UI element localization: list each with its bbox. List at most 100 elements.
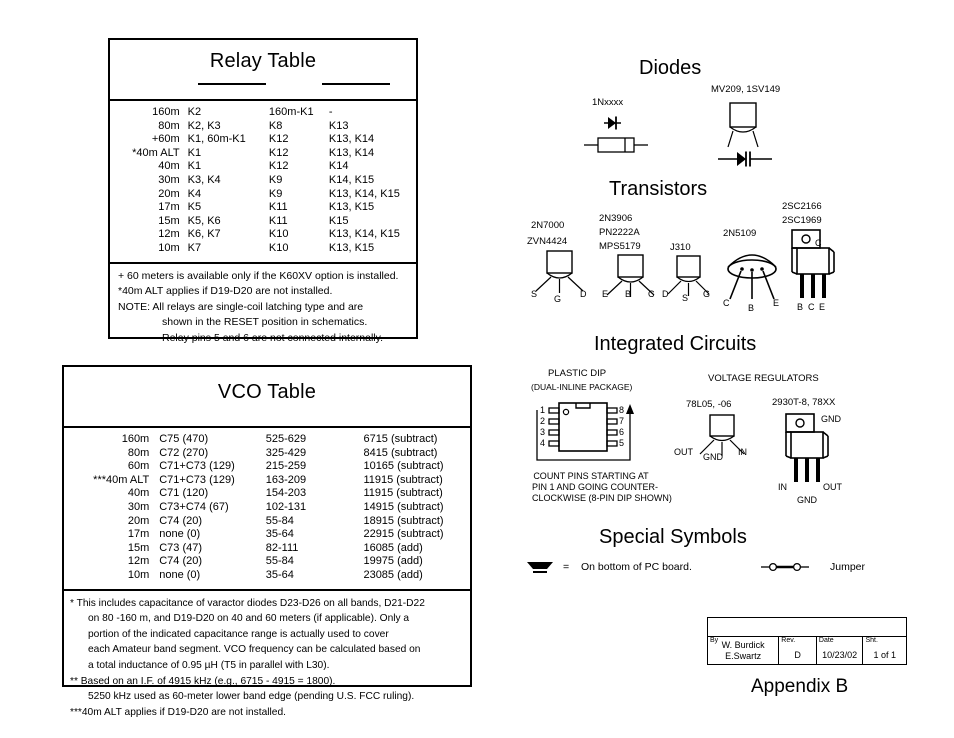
table-cell: K12	[268, 133, 289, 146]
dip-subtitle: (DUAL-INLINE PACKAGE)	[531, 382, 633, 392]
transistor-label-mps5179: MPS5179	[599, 241, 641, 252]
pin-label-b: B	[797, 302, 804, 312]
dip-pin-2: 2	[540, 416, 546, 426]
header-rule-1	[198, 83, 266, 85]
integrated-circuits-heading: Integrated Circuits	[594, 333, 757, 355]
table-cell: K13, K15	[328, 201, 375, 214]
table-row: 80m C72 (270) 325-429 8415 (subtract)	[64, 447, 470, 461]
table-cell: K6, K7	[187, 228, 221, 241]
table-cell: 12m	[127, 555, 150, 568]
table-note: + 60 meters is available only if the K60…	[118, 269, 399, 282]
diode-part-label-1nxxxx: 1Nxxxx	[592, 97, 624, 108]
regulator-pin-gnd-bottom: GND	[797, 495, 817, 505]
table-cell: 163-209	[265, 473, 307, 486]
transistors-heading: Transistors	[609, 178, 708, 200]
table-cell: +60m	[151, 133, 180, 146]
title-block-bottom-row: By W. Burdick E.Swartz Rev. D Date 10/23…	[708, 637, 906, 665]
dip-pin-4: 4	[540, 438, 546, 448]
table-cell: K13, K14, K15	[328, 228, 400, 241]
table-note: * This includes capacitance of varactor …	[70, 597, 425, 609]
table-cell: K9	[268, 187, 283, 200]
table-cell: 23085 (add)	[363, 568, 423, 581]
title-block-top-row	[708, 618, 906, 637]
table-cell: 80m	[158, 119, 180, 132]
table-cell: 16085 (add)	[363, 541, 423, 554]
table-cell: 10165 (subtract)	[363, 460, 444, 473]
table-cell: C72 (270)	[159, 446, 209, 459]
table-cell: ***40m ALT	[93, 473, 150, 486]
table-cell: 82-111	[265, 541, 299, 554]
table-row: 60m C71+C73 (129) 215-259 10165 (subtract)	[64, 460, 470, 474]
transistor-label-zvn4424: ZVN4424	[527, 236, 568, 247]
table-cell: 35-64	[265, 568, 294, 581]
table-cell: 17m	[158, 201, 180, 214]
table-note: 5250 kHz used as 60-meter lower band edg…	[88, 691, 415, 703]
table-cell: K13, K14	[328, 146, 375, 159]
table-cell: 35-64	[265, 528, 294, 541]
table-cell: *40m ALT	[132, 146, 180, 159]
pin-label-e: E	[602, 289, 609, 299]
table-note: a total inductance of 0.95 µH (T5 in par…	[88, 659, 330, 671]
table-cell: 80m	[127, 446, 150, 459]
table-cell: K14	[328, 160, 349, 173]
table-cell: 30m	[158, 173, 180, 186]
special-symbols-heading: Special Symbols	[599, 526, 747, 548]
relay-table: Relay Table 160m K2 160m-K1-80m K2, K3 K8 K13…	[108, 38, 418, 344]
pin-label-d: D	[580, 289, 587, 299]
table-cell: K9	[268, 173, 283, 186]
table-cell: 14915 (subtract)	[363, 500, 444, 513]
vco-table-header-rules	[64, 404, 470, 426]
table-cell: K1, 60m-K1	[187, 133, 246, 146]
table-cell: 11915 (subtract)	[363, 487, 443, 500]
pin-label-e: E	[819, 302, 826, 312]
table-cell: 10m	[127, 568, 150, 581]
relay-table-notes: + 60 meters is available only if the K60…	[110, 264, 416, 353]
transistor-label-2n3906: 2N3906	[599, 213, 633, 224]
table-cell: none (0)	[159, 568, 201, 581]
title-block-date-value: 10/23/02	[822, 650, 858, 660]
dip-pin-3: 3	[540, 427, 546, 437]
table-note: NOTE: All relays are single-coil latchin…	[118, 300, 364, 313]
appendix-label: Appendix B	[751, 676, 849, 697]
table-cell: K5, K6	[187, 214, 221, 227]
table-note: ** Based on an I.F. of 4915 kHz (e.g., 6…	[70, 675, 336, 687]
transistor-label-2n5109: 2N5109	[723, 228, 757, 239]
table-row: 40m K1 K12 K14	[110, 160, 416, 174]
regulator-tab-pin-gnd: GND	[821, 414, 841, 424]
table-cell: C74 (20)	[159, 514, 203, 527]
table-cell: 102-131	[265, 500, 307, 513]
regulator-pin-out: OUT	[823, 482, 842, 492]
transistor-label-2sc1969: 2SC1969	[782, 215, 822, 226]
pc-board-bottom-icon	[525, 560, 555, 576]
table-row: 10m none (0) 35-64 23085 (add)	[64, 569, 470, 583]
dip-pin-1: 1	[540, 405, 546, 415]
title-block-date-key: Date	[818, 637, 834, 644]
table-row: 10m K7 K10 K13, K15	[110, 242, 416, 256]
table-cell: 18915 (subtract)	[363, 514, 444, 527]
table-cell: 10m	[158, 241, 180, 254]
title-block-by-value-line2: E.Swartz	[725, 651, 762, 661]
table-cell: 15m	[127, 541, 150, 554]
relay-table-title: Relay Table	[209, 50, 317, 72]
table-cell: K12	[268, 160, 289, 173]
table-cell: none (0)	[159, 528, 201, 541]
table-cell: 22915 (subtract)	[363, 528, 444, 541]
table-row: 15m K5, K6 K11 K15	[110, 215, 416, 229]
table-cell: K2, K3	[187, 119, 221, 132]
table-cell: C74 (20)	[159, 555, 203, 568]
table-cell: C73 (47)	[159, 541, 203, 554]
table-cell: K11	[268, 201, 288, 214]
table-cell: K13, K14, K15	[328, 187, 400, 200]
table-cell: 55-84	[265, 514, 294, 527]
table-note: each Amateur band segment. VCO frequency…	[88, 644, 421, 656]
table-cell: K1	[187, 146, 202, 159]
transistor-to39-2n5109	[716, 245, 788, 301]
table-cell: 40m	[158, 160, 180, 173]
table-cell: 20m	[127, 514, 150, 527]
table-cell: C75 (470)	[159, 433, 209, 445]
table-cell: -	[328, 106, 333, 118]
table-cell: 160m	[152, 106, 180, 118]
table-cell: K4	[187, 187, 202, 200]
table-cell: 160m-K1	[268, 106, 314, 118]
table-cell: 8415 (subtract)	[363, 446, 438, 459]
